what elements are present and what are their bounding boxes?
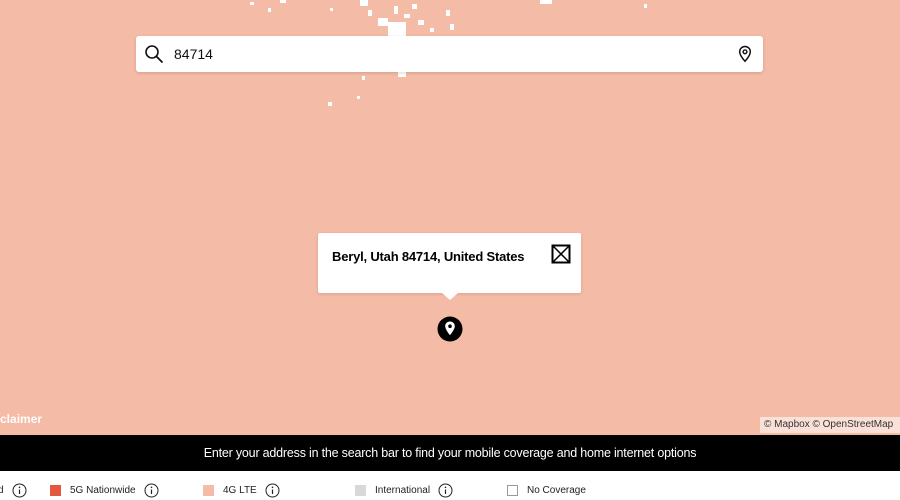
banner-text: Enter your address in the search bar to … (203, 446, 697, 460)
map-no-coverage-area (328, 102, 332, 106)
map-no-coverage-area (250, 2, 254, 5)
info-icon[interactable] (265, 483, 280, 498)
legend-swatch-4g (203, 484, 214, 496)
map-no-coverage-area (378, 18, 388, 26)
legend-item-no-coverage: No Coverage (507, 482, 586, 498)
map-no-coverage-area (418, 20, 424, 25)
coverage-legend: d 5G Nationwide 4G LTE International No … (0, 482, 900, 500)
legend-item-5g-nationwide: 5G Nationwide (50, 482, 159, 498)
search-bar[interactable] (136, 36, 763, 72)
legend-label: d (0, 484, 4, 496)
legend-swatch-5g (50, 484, 61, 496)
map-no-coverage-area (362, 76, 365, 80)
info-banner: Enter your address in the search bar to … (0, 435, 900, 471)
map-no-coverage-area (540, 0, 552, 4)
coverage-map[interactable]: Beryl, Utah 84714, United States isclaim… (0, 0, 900, 435)
legend-item-international: International (355, 482, 453, 498)
map-no-coverage-area (450, 24, 454, 30)
map-no-coverage-area (360, 0, 368, 6)
location-pin-icon[interactable] (735, 44, 755, 64)
legend-item-truncated: d (0, 482, 27, 498)
map-no-coverage-area (268, 8, 271, 12)
address-popup: Beryl, Utah 84714, United States (318, 233, 581, 300)
map-no-coverage-area (330, 8, 333, 11)
legend-label: 5G Nationwide (70, 484, 136, 496)
map-no-coverage-area (644, 4, 647, 8)
map-no-coverage-area (394, 6, 398, 14)
map-no-coverage-area (280, 0, 286, 3)
legend-label: 4G LTE (223, 484, 257, 496)
disclaimer-link[interactable]: isclaimer (0, 412, 42, 426)
address-search-input[interactable] (174, 42, 724, 66)
legend-item-4g-lte: 4G LTE (203, 482, 280, 498)
legend-label: No Coverage (527, 484, 586, 496)
map-pin-icon[interactable] (437, 316, 463, 342)
map-no-coverage-area (357, 96, 360, 99)
legend-swatch-international (355, 484, 366, 496)
map-attribution[interactable]: © Mapbox © OpenStreetMap (760, 417, 900, 433)
search-icon (144, 44, 164, 64)
map-no-coverage-area (430, 28, 434, 32)
map-no-coverage-area (404, 14, 410, 18)
info-icon[interactable] (12, 483, 27, 498)
map-no-coverage-area (412, 4, 417, 9)
popup-address: Beryl, Utah 84714, United States (332, 249, 525, 264)
map-no-coverage-area (446, 10, 450, 16)
legend-swatch-no-coverage (507, 484, 518, 496)
close-icon[interactable] (551, 244, 571, 264)
legend-label: International (375, 484, 431, 496)
info-icon[interactable] (144, 483, 159, 498)
map-no-coverage-area (388, 22, 406, 36)
info-icon[interactable] (438, 483, 453, 498)
map-no-coverage-area (368, 10, 372, 16)
